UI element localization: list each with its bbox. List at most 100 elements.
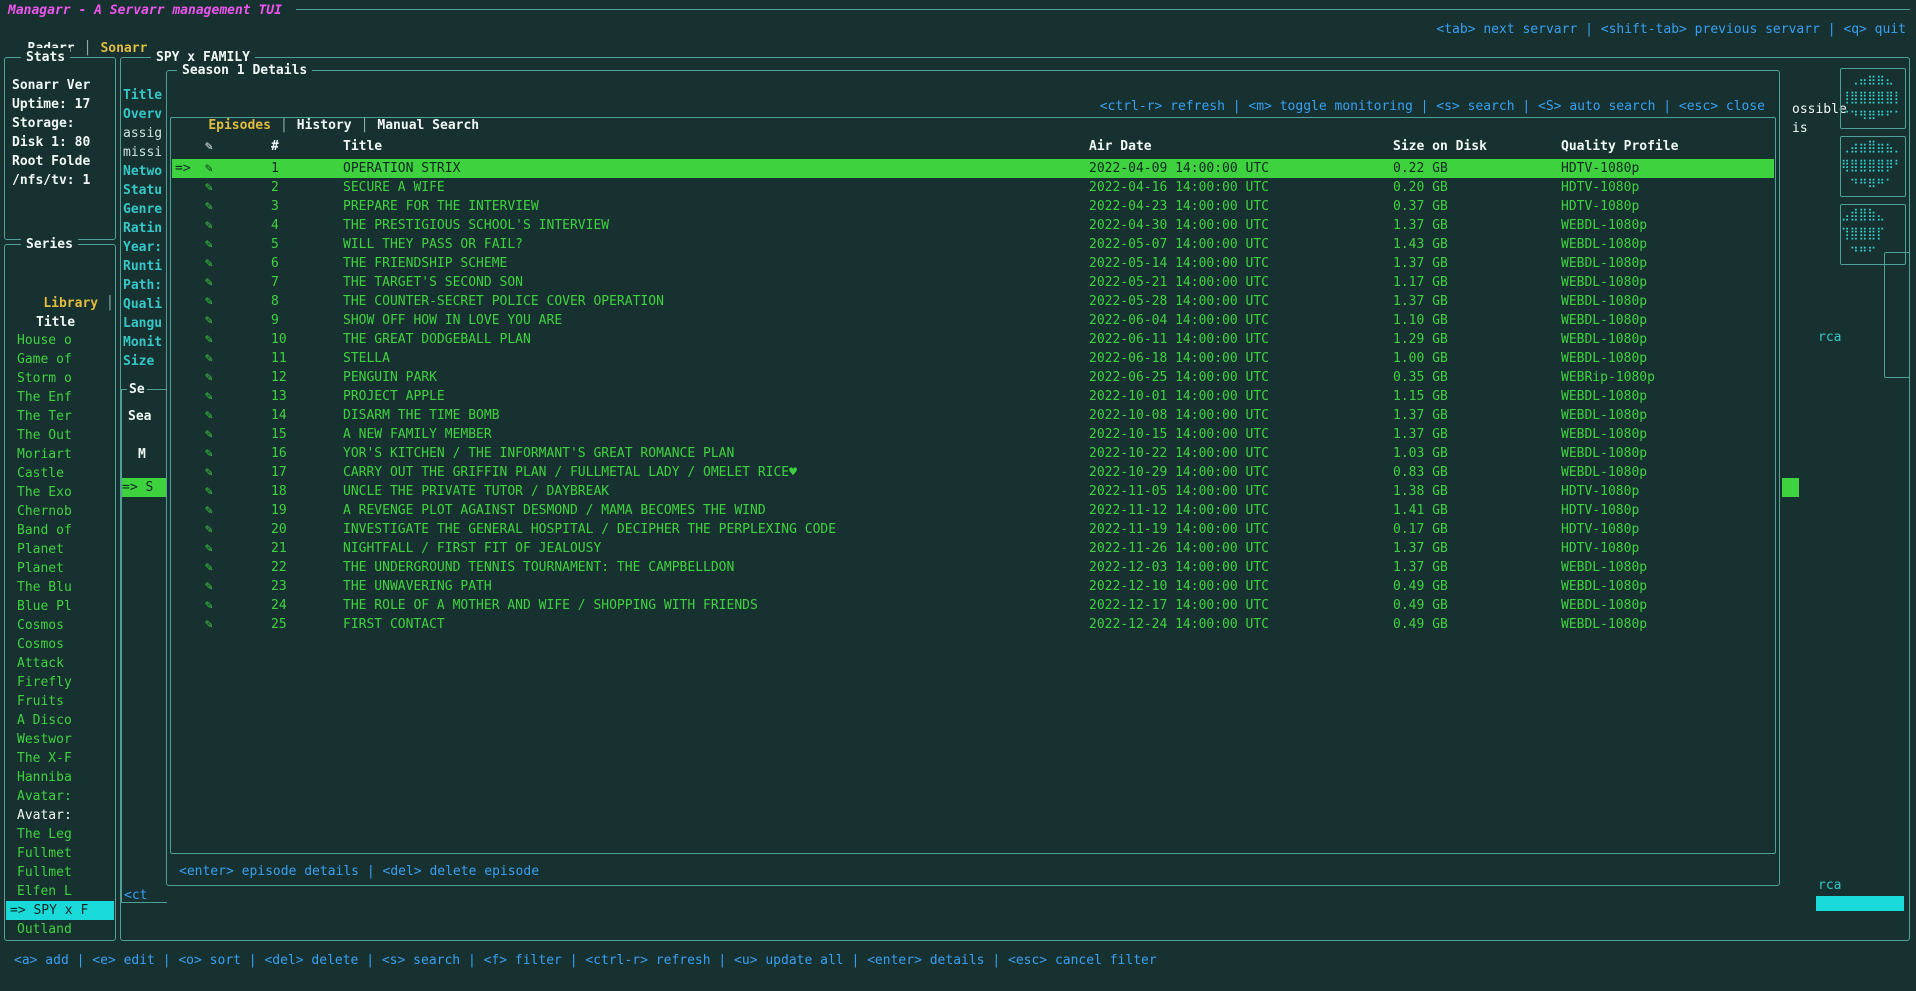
- episode-number: 1: [271, 159, 279, 178]
- monitored-icon: ✎: [205, 615, 213, 634]
- series-item[interactable]: Firefly: [6, 673, 114, 692]
- series-item[interactable]: Storm o: [6, 369, 114, 388]
- episode-quality: WEBDL-1080p: [1561, 349, 1647, 368]
- gauge-bar-fragment: [1816, 896, 1904, 911]
- series-item[interactable]: Westwor: [6, 730, 114, 749]
- seasons-header-fragment: Sea: [128, 407, 151, 426]
- episode-title: THE UNDERGROUND TENNIS TOURNAMENT: THE C…: [343, 558, 734, 577]
- episode-row[interactable]: ✎16YOR'S KITCHEN / THE INFORMANT'S GREAT…: [172, 444, 1774, 463]
- episode-row[interactable]: ✎4THE PRESTIGIOUS SCHOOL'S INTERVIEW2022…: [172, 216, 1774, 235]
- episode-row[interactable]: ✎10THE GREAT DODGEBALL PLAN2022-06-11 14…: [172, 330, 1774, 349]
- detail-label: Quali: [123, 295, 167, 314]
- series-item[interactable]: The Blu: [6, 578, 114, 597]
- episode-row[interactable]: ✎6THE FRIENDSHIP SCHEME2022-05-14 14:00:…: [172, 254, 1774, 273]
- app-title: Managarr - A Servarr management TUI: [8, 1, 282, 20]
- series-item[interactable]: A Disco: [6, 711, 114, 730]
- tab-sonarr[interactable]: Sonarr: [100, 41, 147, 56]
- series-item[interactable]: Fruits: [6, 692, 114, 711]
- overview-text-fragment: is: [1792, 119, 1808, 138]
- series-item[interactable]: House o: [6, 331, 114, 350]
- episode-title: THE FRIENDSHIP SCHEME: [343, 254, 507, 273]
- series-item[interactable]: Blue Pl: [6, 597, 114, 616]
- series-item[interactable]: The Exo: [6, 483, 114, 502]
- series-item[interactable]: Chernob: [6, 502, 114, 521]
- episode-number: 17: [271, 463, 287, 482]
- episode-title: CARRY OUT THE GRIFFIN PLAN / FULLMETAL L…: [343, 463, 797, 482]
- episode-row[interactable]: ✎11STELLA2022-06-18 14:00:00 UTC1.00 GBW…: [172, 349, 1774, 368]
- column-header-title: Title: [343, 137, 382, 156]
- series-item[interactable]: The X-F: [6, 749, 114, 768]
- episode-row[interactable]: ✎13PROJECT APPLE2022-10-01 14:00:00 UTC1…: [172, 387, 1774, 406]
- episode-row[interactable]: ✎9SHOW OFF HOW IN LOVE YOU ARE2022-06-04…: [172, 311, 1774, 330]
- episode-size: 1.10 GB: [1393, 311, 1448, 330]
- series-item[interactable]: Avatar:: [6, 806, 114, 825]
- episode-quality: WEBDL-1080p: [1561, 216, 1647, 235]
- episode-title: THE UNWAVERING PATH: [343, 577, 492, 596]
- episode-row[interactable]: ✎19A REVENGE PLOT AGAINST DESMOND / MAMA…: [172, 501, 1774, 520]
- series-item[interactable]: Band of: [6, 521, 114, 540]
- episode-number: 4: [271, 216, 279, 235]
- series-item[interactable]: Hanniba: [6, 768, 114, 787]
- series-item[interactable]: Elfen L: [6, 882, 114, 901]
- episode-row[interactable]: ✎12PENGUIN PARK2022-06-25 14:00:00 UTC0.…: [172, 368, 1774, 387]
- episode-air-date: 2022-12-17 14:00:00 UTC: [1089, 596, 1269, 615]
- episode-row[interactable]: ✎18UNCLE THE PRIVATE TUTOR / DAYBREAK202…: [172, 482, 1774, 501]
- episode-row[interactable]: ✎23THE UNWAVERING PATH2022-12-10 14:00:0…: [172, 577, 1774, 596]
- episode-number: 2: [271, 178, 279, 197]
- episode-row[interactable]: ✎7THE TARGET'S SECOND SON2022-05-21 14:0…: [172, 273, 1774, 292]
- episode-row[interactable]: ✎5WILL THEY PASS OR FAIL?2022-05-07 14:0…: [172, 235, 1774, 254]
- episode-quality: WEBDL-1080p: [1561, 444, 1647, 463]
- series-item[interactable]: Game of: [6, 350, 114, 369]
- episode-row[interactable]: ✎22THE UNDERGROUND TENNIS TOURNAMENT: TH…: [172, 558, 1774, 577]
- series-item[interactable]: Fullmet: [6, 844, 114, 863]
- series-item[interactable]: Avatar:: [6, 787, 114, 806]
- series-item[interactable]: => SPY x F: [6, 901, 114, 920]
- episode-row[interactable]: =>✎1OPERATION STRIX2022-04-09 14:00:00 U…: [172, 159, 1774, 178]
- seasons-panel-fragment: [121, 389, 167, 903]
- episode-quality: HDTV-1080p: [1561, 539, 1639, 558]
- series-item[interactable]: Attack: [6, 654, 114, 673]
- series-item[interactable]: The Ter: [6, 407, 114, 426]
- episode-quality: HDTV-1080p: [1561, 482, 1639, 501]
- series-item[interactable]: Cosmos: [6, 616, 114, 635]
- episode-number: 20: [271, 520, 287, 539]
- detail-label: Netwo: [123, 162, 167, 181]
- episode-air-date: 2022-10-22 14:00:00 UTC: [1089, 444, 1269, 463]
- tab-library[interactable]: Library: [43, 296, 98, 311]
- series-item[interactable]: Moriart: [6, 445, 114, 464]
- episode-row[interactable]: ✎8THE COUNTER-SECRET POLICE COVER OPERAT…: [172, 292, 1774, 311]
- series-item[interactable]: Planet: [6, 540, 114, 559]
- episode-size: 1.03 GB: [1393, 444, 1448, 463]
- episode-row[interactable]: ✎21NIGHTFALL / FIRST FIT OF JEALOUSY2022…: [172, 539, 1774, 558]
- series-item[interactable]: Fullmet: [6, 863, 114, 882]
- episode-quality: WEBDL-1080p: [1561, 254, 1647, 273]
- episode-row[interactable]: ✎2SECURE A WIFE2022-04-16 14:00:00 UTC0.…: [172, 178, 1774, 197]
- episode-size: 1.37 GB: [1393, 539, 1448, 558]
- seasons-selected-row-fragment-left[interactable]: => S: [122, 478, 166, 497]
- monitored-column-icon: ✎: [205, 137, 213, 156]
- episode-row[interactable]: ✎24THE ROLE OF A MOTHER AND WIFE / SHOPP…: [172, 596, 1774, 615]
- episode-row[interactable]: ✎20INVESTIGATE THE GENERAL HOSPITAL / DE…: [172, 520, 1774, 539]
- popup-keybinds: <ctrl-r> refresh | <m> toggle monitoring…: [1100, 97, 1765, 116]
- monitored-icon: ✎: [205, 292, 213, 311]
- series-item[interactable]: Castle: [6, 464, 114, 483]
- poster-art-line: ⠀⠙⠛⠋⠀⠀⠀⠀: [1841, 243, 1905, 262]
- series-item[interactable]: The Out: [6, 426, 114, 445]
- series-item[interactable]: Cosmos: [6, 635, 114, 654]
- episode-row[interactable]: ✎3PREPARE FOR THE INTERVIEW2022-04-23 14…: [172, 197, 1774, 216]
- episode-size: 1.15 GB: [1393, 387, 1448, 406]
- seasons-keybind-fragment: <ct: [124, 886, 147, 905]
- series-item[interactable]: The Enf: [6, 388, 114, 407]
- series-item[interactable]: Planet: [6, 559, 114, 578]
- episode-row[interactable]: ✎17CARRY OUT THE GRIFFIN PLAN / FULLMETA…: [172, 463, 1774, 482]
- episode-air-date: 2022-12-10 14:00:00 UTC: [1089, 577, 1269, 596]
- series-item[interactable]: The Leg: [6, 825, 114, 844]
- episode-row[interactable]: ✎25FIRST CONTACT2022-12-24 14:00:00 UTC0…: [172, 615, 1774, 634]
- episode-air-date: 2022-05-28 14:00:00 UTC: [1089, 292, 1269, 311]
- episode-title: SHOW OFF HOW IN LOVE YOU ARE: [343, 311, 562, 330]
- series-item[interactable]: Outland: [6, 920, 114, 939]
- detail-label: Title: [123, 86, 167, 105]
- episode-row[interactable]: ✎15A NEW FAMILY MEMBER2022-10-15 14:00:0…: [172, 425, 1774, 444]
- episode-row[interactable]: ✎14DISARM THE TIME BOMB2022-10-08 14:00:…: [172, 406, 1774, 425]
- episode-quality: HDTV-1080p: [1561, 178, 1639, 197]
